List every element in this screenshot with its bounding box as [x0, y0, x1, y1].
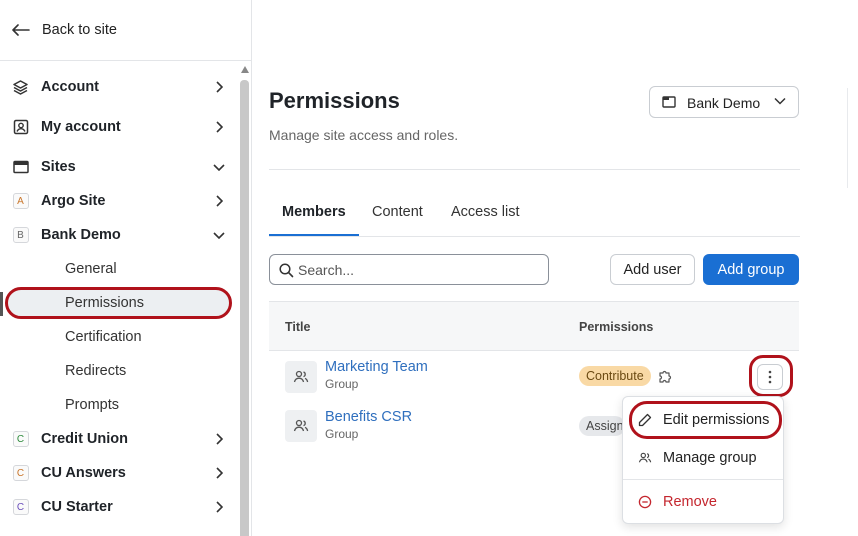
sidebar-item-my-account[interactable]: My account	[0, 110, 238, 144]
back-to-site-link[interactable]: Back to site	[0, 0, 252, 61]
search-input[interactable]	[298, 260, 538, 280]
menu-item-remove[interactable]: Remove	[623, 486, 783, 518]
sidebar-item-label: Account	[41, 79, 99, 95]
sidebar-item-label: Prompts	[65, 397, 119, 413]
sidebar: Back to site Account My account Sites A …	[0, 0, 252, 536]
menu-divider	[623, 479, 783, 480]
tab-content[interactable]: Content	[372, 204, 423, 220]
permission-badge: Contribute	[579, 366, 651, 386]
active-tab-underline	[269, 234, 359, 236]
column-header-title: Title	[285, 320, 311, 334]
group-type: Group	[325, 377, 359, 391]
site-badge: C	[12, 431, 29, 447]
group-type: Group	[325, 427, 359, 441]
tab-members[interactable]: Members	[282, 204, 346, 220]
sidebar-item-redirects[interactable]: Redirects	[0, 354, 238, 388]
chevron-down-icon	[212, 228, 226, 242]
sidebar-item-sites[interactable]: Sites	[0, 150, 238, 184]
highlight-ring-actions	[749, 355, 793, 397]
page-subtitle: Manage site access and roles.	[269, 127, 459, 143]
site-selector-value: Bank Demo	[687, 95, 761, 111]
minus-circle-icon	[638, 495, 652, 509]
users-icon	[293, 419, 309, 432]
sidebar-item-label: Argo Site	[41, 193, 106, 209]
sidebar-item-label: Redirects	[65, 363, 127, 379]
add-user-button[interactable]: Add user	[610, 254, 695, 285]
permission-badge: Assign	[579, 416, 625, 436]
sidebar-scrollbar[interactable]	[238, 66, 252, 536]
group-name-link[interactable]: Marketing Team	[325, 359, 428, 375]
chevron-right-icon	[212, 500, 226, 514]
sidebar-item-prompts[interactable]: Prompts	[0, 388, 238, 422]
highlight-ring-permissions	[5, 287, 232, 319]
chevron-right-icon	[212, 80, 226, 94]
sidebar-item-label: Bank Demo	[41, 227, 121, 243]
scroll-thumb[interactable]	[240, 80, 249, 536]
sidebar-item-bank-demo[interactable]: B Bank Demo	[0, 218, 238, 252]
sidebar-item-account[interactable]: Account	[0, 70, 238, 104]
sidebar-item-label: My account	[41, 119, 121, 135]
chevron-down-icon	[774, 97, 786, 105]
group-name-link[interactable]: Benefits CSR	[325, 409, 412, 425]
sidebar-item-general[interactable]: General	[0, 252, 238, 286]
sidebar-item-cu-starter[interactable]: C CU Starter	[0, 490, 238, 524]
users-icon	[638, 452, 652, 463]
sidebar-item-argo-site[interactable]: A Argo Site	[0, 184, 238, 218]
sidebar-item-label: General	[65, 261, 117, 277]
chevron-right-icon	[212, 432, 226, 446]
sidebar-item-label: Certification	[65, 329, 142, 345]
table-header: Title Permissions	[269, 301, 799, 351]
sidebar-item-label: CU Answers	[41, 465, 126, 481]
chevron-right-icon	[212, 120, 226, 134]
tab-bar: Members Content Access list	[269, 196, 800, 237]
layers-icon	[12, 79, 29, 96]
browser-window-icon	[662, 96, 676, 108]
site-badge: C	[12, 499, 29, 515]
scroll-up-arrow-icon[interactable]	[241, 66, 249, 73]
site-selector[interactable]: Bank Demo	[649, 86, 799, 118]
search-icon	[279, 263, 294, 278]
arrow-left-icon	[12, 24, 30, 36]
sidebar-item-label: Sites	[41, 159, 76, 175]
back-to-site-label: Back to site	[42, 22, 117, 38]
site-badge: A	[12, 193, 29, 209]
search-box[interactable]	[269, 254, 549, 285]
menu-item-manage-group[interactable]: Manage group	[623, 442, 783, 474]
table-row: Marketing Team Group Contribute	[269, 351, 799, 401]
sidebar-item-label: CU Starter	[41, 499, 113, 515]
chevron-down-icon	[212, 160, 226, 174]
browser-window-icon	[12, 159, 29, 176]
highlight-ring-edit-permissions	[629, 401, 782, 439]
sidebar-item-cu-answers[interactable]: C CU Answers	[0, 456, 238, 490]
tab-access-list[interactable]: Access list	[451, 204, 520, 220]
puzzle-icon	[659, 370, 672, 383]
chevron-right-icon	[212, 466, 226, 480]
sidebar-item-certification[interactable]: Certification	[0, 320, 238, 354]
group-avatar	[285, 410, 317, 442]
site-badge: C	[12, 465, 29, 481]
sidebar-item-label: Credit Union	[41, 431, 128, 447]
chevron-right-icon	[212, 194, 226, 208]
user-card-icon	[12, 119, 29, 136]
users-icon	[293, 370, 309, 383]
panel-divider	[847, 88, 848, 188]
column-header-permissions: Permissions	[579, 320, 654, 334]
menu-item-label: Manage group	[663, 450, 757, 466]
sidebar-item-credit-union[interactable]: C Credit Union	[0, 422, 238, 456]
page-title: Permissions	[269, 88, 400, 113]
group-avatar	[285, 361, 317, 393]
header-divider	[269, 169, 800, 170]
menu-item-label: Remove	[663, 494, 717, 510]
site-badge: B	[12, 227, 29, 243]
add-group-button[interactable]: Add group	[703, 254, 799, 285]
